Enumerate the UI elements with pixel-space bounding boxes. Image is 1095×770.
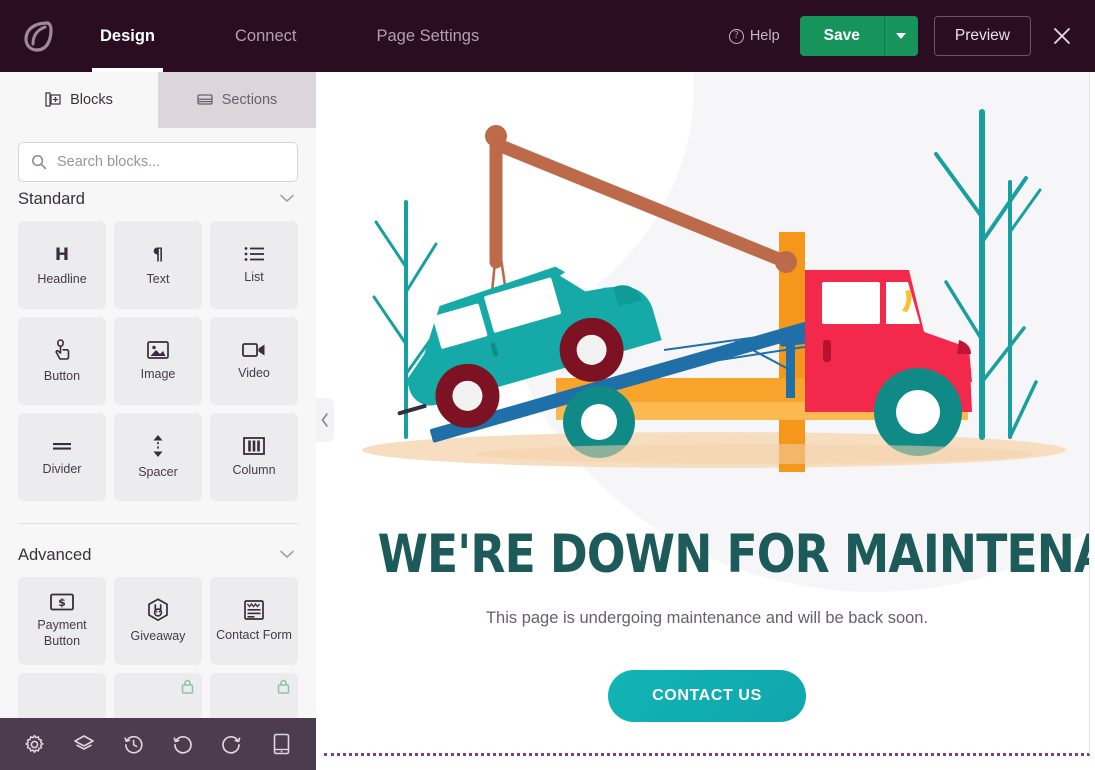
block-card-divider[interactable]: Divider xyxy=(18,413,106,501)
nav-label: Page Settings xyxy=(376,26,480,45)
mobile-device-icon[interactable] xyxy=(266,729,296,759)
standard-blocks-grid: H Headline ¶ Text List Button Image Vide… xyxy=(0,221,316,501)
gear-settings-icon[interactable] xyxy=(20,729,50,759)
lock-icon xyxy=(181,679,194,699)
main-nav: Design Connect Page Settings xyxy=(78,0,501,72)
block-label: Payment Button xyxy=(37,617,87,648)
layers-icon[interactable] xyxy=(69,729,99,759)
tab-label: Sections xyxy=(221,92,278,108)
block-label: Divider xyxy=(42,461,82,476)
redo-icon[interactable] xyxy=(217,729,247,759)
blocks-scroll-area[interactable]: Standard H Headline ¶ Text List Button I… xyxy=(0,168,316,770)
block-label: Image xyxy=(140,366,176,381)
preview-button[interactable]: Preview xyxy=(933,16,1031,56)
block-label: Text xyxy=(146,271,170,286)
giveaway-bunny-icon xyxy=(147,598,169,622)
contact-us-button[interactable]: CONTACT US xyxy=(608,669,806,722)
chevron-left-icon xyxy=(321,413,328,427)
paragraph-pilcrow-icon: ¶ xyxy=(147,243,169,265)
hero-section: WE'RE DOWN FOR MAINTENANCE This page is … xyxy=(324,527,1089,722)
nav-label: Design xyxy=(100,26,156,45)
nav-item-page-settings[interactable]: Page Settings xyxy=(354,0,501,72)
tab-sections[interactable]: Sections xyxy=(158,72,316,128)
sections-icon xyxy=(197,94,213,105)
columns-icon xyxy=(243,436,265,456)
block-card-payment-button[interactable]: $ Payment Button xyxy=(18,577,106,665)
svg-text:H: H xyxy=(55,245,69,265)
group-title: Advanced xyxy=(18,546,92,564)
contact-form-icon xyxy=(243,599,265,621)
nav-item-design[interactable]: Design xyxy=(78,0,177,72)
chevron-down-icon xyxy=(896,33,907,39)
payment-dollar-icon: $ xyxy=(50,593,74,611)
nav-item-connect[interactable]: Connect xyxy=(213,0,318,72)
block-card-headline[interactable]: H Headline xyxy=(18,221,106,309)
close-icon xyxy=(1054,28,1070,44)
lock-icon xyxy=(277,679,290,699)
page-title[interactable]: WE'RE DOWN FOR MAINTENANCE xyxy=(378,527,1089,583)
sidebar-bottom-toolbar xyxy=(0,718,316,770)
nav-label: Connect xyxy=(235,26,297,45)
block-label: Headline xyxy=(37,271,87,286)
block-card-list[interactable]: List xyxy=(210,221,298,309)
save-button[interactable]: Save xyxy=(799,16,884,56)
group-header-advanced[interactable]: Advanced xyxy=(0,524,316,577)
close-button[interactable] xyxy=(1047,21,1077,51)
sidebar-collapse-handle[interactable] xyxy=(316,398,334,442)
help-label: Help xyxy=(749,28,780,44)
blocks-sidebar: Blocks Sections Standard xyxy=(0,72,316,770)
question-circle-icon: ? xyxy=(728,28,744,44)
headline-h-icon: H xyxy=(51,243,73,265)
list-icon xyxy=(243,245,265,263)
help-button[interactable]: ? Help xyxy=(728,28,780,44)
leaf-logo-icon[interactable] xyxy=(20,18,56,54)
page-canvas[interactable]: WE'RE DOWN FOR MAINTENANCE This page is … xyxy=(316,72,1095,770)
block-card-image[interactable]: Image xyxy=(114,317,202,405)
spacer-arrows-icon xyxy=(149,434,167,458)
block-label: Button xyxy=(43,368,81,383)
block-label: Giveaway xyxy=(130,628,186,643)
chevron-down-icon[interactable] xyxy=(278,191,296,209)
divider-icon xyxy=(50,437,74,455)
block-card-giveaway[interactable]: Giveaway xyxy=(114,577,202,665)
block-card-text[interactable]: ¶ Text xyxy=(114,221,202,309)
sidebar-tabs: Blocks Sections xyxy=(0,72,316,128)
history-clock-icon[interactable] xyxy=(118,729,148,759)
app-header: Design Connect Page Settings ? Help Save… xyxy=(0,0,1095,72)
tab-blocks[interactable]: Blocks xyxy=(0,72,158,128)
header-actions: ? Help Save Preview xyxy=(728,16,1095,56)
tow-truck-maintenance-illustration xyxy=(324,82,1089,502)
svg-text:$: $ xyxy=(58,596,66,609)
group-header-standard[interactable]: Standard xyxy=(0,168,316,221)
save-dropdown-button[interactable] xyxy=(883,16,918,56)
save-button-group: Save xyxy=(799,16,918,56)
page-subtitle[interactable]: This page is undergoing maintenance and … xyxy=(324,609,1089,628)
group-title: Standard xyxy=(18,190,85,208)
block-card-video[interactable]: Video xyxy=(210,317,298,405)
page-content[interactable]: WE'RE DOWN FOR MAINTENANCE This page is … xyxy=(324,72,1090,756)
block-card-spacer[interactable]: Spacer xyxy=(114,413,202,501)
tab-label: Blocks xyxy=(70,92,113,108)
block-label: Video xyxy=(238,365,270,380)
block-card-contact-form[interactable]: Contact Form xyxy=(210,577,298,665)
pointer-hand-icon xyxy=(52,338,72,362)
block-card-button[interactable]: Button xyxy=(18,317,106,405)
image-icon xyxy=(147,340,169,360)
svg-text:¶: ¶ xyxy=(153,245,164,265)
blocks-icon xyxy=(45,92,61,107)
block-card-column[interactable]: Column xyxy=(210,413,298,501)
undo-icon[interactable] xyxy=(168,729,198,759)
block-label: Contact Form xyxy=(216,627,292,642)
block-label: Column xyxy=(232,462,276,477)
block-label: Spacer xyxy=(138,464,178,479)
chevron-down-icon[interactable] xyxy=(278,547,296,565)
block-label: List xyxy=(244,269,264,284)
video-camera-icon xyxy=(242,341,266,359)
